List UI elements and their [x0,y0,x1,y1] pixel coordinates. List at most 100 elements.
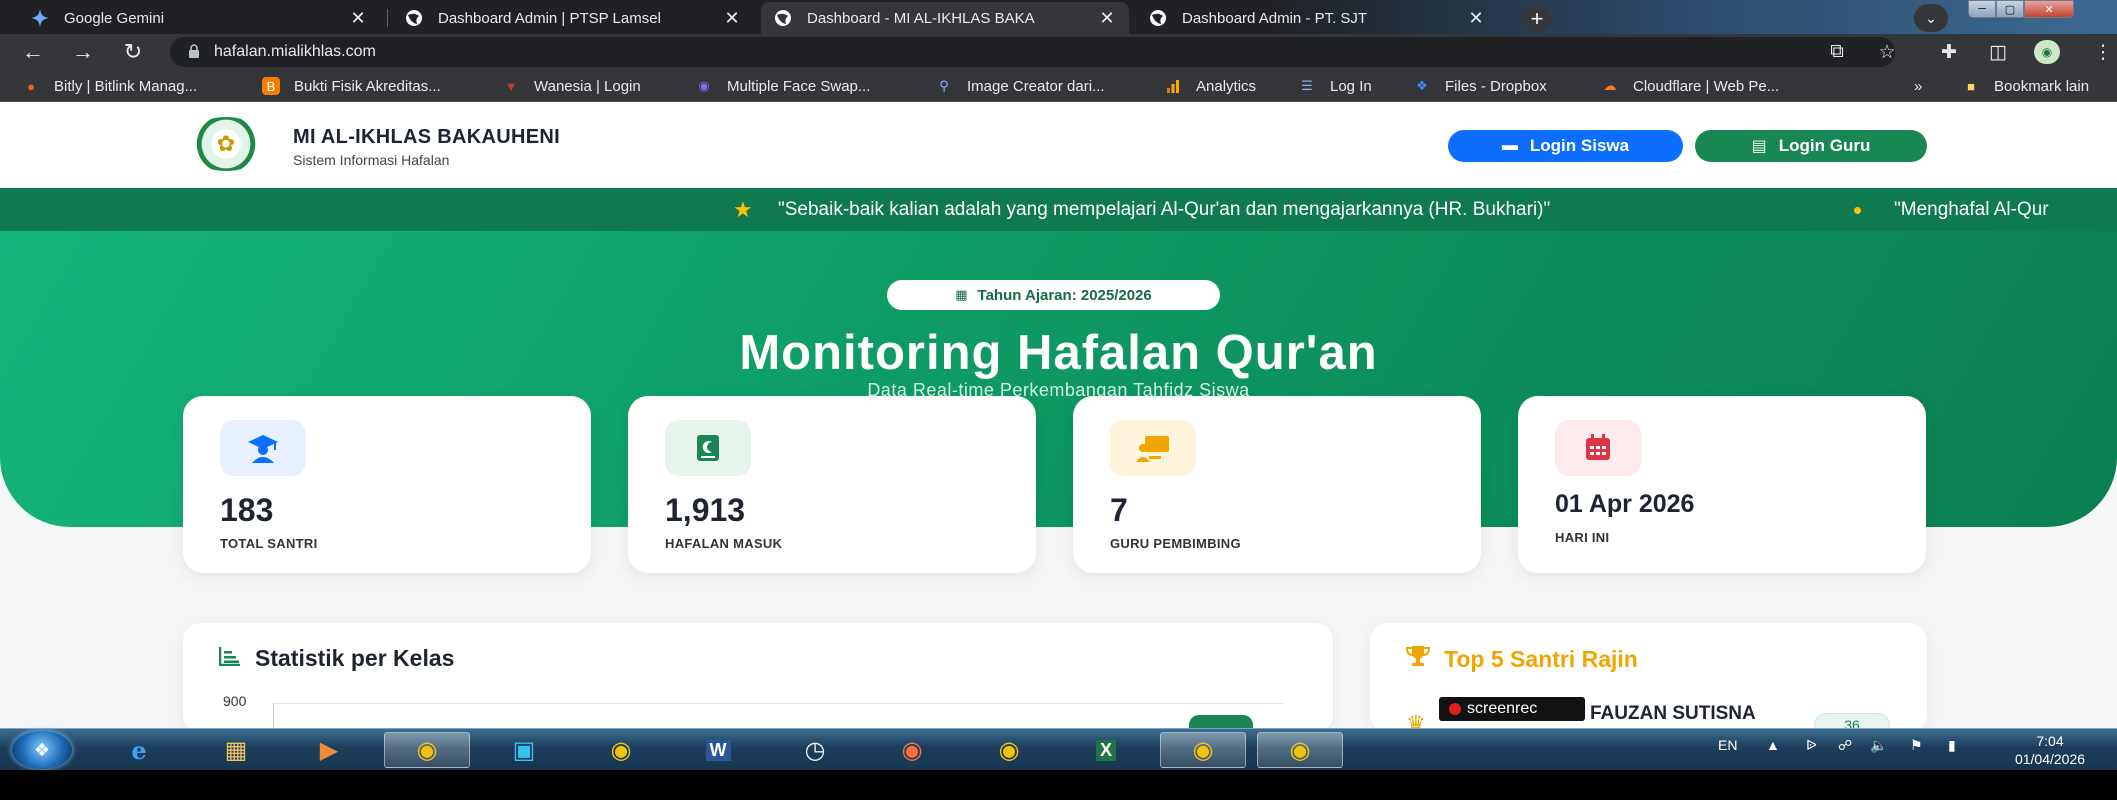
school-logo: ✿ [186,117,266,171]
bookmark-image-creator[interactable]: ⚲ Image Creator dari... [935,77,1104,95]
bookmark-analytics[interactable]: Analytics [1164,77,1256,95]
bookmark-bukti-fisik[interactable]: B Bukti Fisik Akreditas... [262,77,441,95]
stat-card-hafalan-masuk: 1,913 HAFALAN MASUK [628,396,1036,573]
bookmark-folder-other[interactable]: ■ Bookmark lain [1962,77,2089,95]
more-bookmarks-button[interactable]: » [1914,77,1922,95]
tab-google-gemini[interactable]: Google Gemini ✕ [18,2,380,34]
bookmark-face-swap[interactable]: ◉ Multiple Face Swap... [695,77,870,95]
chart-y-axis [273,703,274,728]
system-clock[interactable]: 7:04 01/04/2026 [2000,732,2100,768]
taskbar-excel[interactable]: X [1063,732,1149,768]
tab-ptsp-lamsel[interactable]: Dashboard Admin | PTSP Lamsel ✕ [392,2,754,34]
address-bar[interactable]: hafalan.mialikhlas.com [170,37,1895,67]
screenrec-overlay[interactable]: screenrec [1439,697,1585,721]
tab-divider [387,9,388,27]
close-icon[interactable]: ✕ [722,8,742,29]
separator-dot [1854,207,1861,214]
minimize-button[interactable]: ─ [1968,0,1996,18]
student-icon: ▬ [1501,137,1518,154]
bookmark-dropbox[interactable]: ❖ Files - Dropbox [1413,77,1547,95]
top-santri-name: FAUZAN SUTISNA [1590,703,1756,724]
start-button[interactable]: ❖ [12,731,72,769]
tab-dashboard-pt-sjt[interactable]: Dashboard Admin - PT. SJT ✕ [1136,2,1498,34]
chart-bar[interactable] [1189,715,1253,728]
taskbar-chrome-4[interactable]: ◉ [1160,732,1246,768]
reload-button[interactable]: ↻ [120,39,146,65]
wanesia-icon: ▼ [504,78,518,94]
volume-icon[interactable]: 🔈 [1870,737,1887,754]
language-indicator[interactable]: EN [1718,737,1737,753]
school-name: MI AL-IKHLAS BAKAUHENI [293,126,560,148]
taskbar-word[interactable]: W [675,732,761,768]
close-icon[interactable]: ✕ [1466,8,1486,29]
folder-icon: ■ [1967,78,1975,94]
browser-menu-button[interactable]: ⋮ [2090,41,2116,63]
taskbar-file-explorer[interactable]: ▦ [193,732,279,768]
taskbar-internet-explorer[interactable]: e [96,732,182,768]
screen-bottom-edge [0,770,2117,800]
teacher-icon [1110,420,1196,476]
tab-dashboard-mi-al-ikhlas[interactable]: Dashboard - MI AL-IKHLAS BAKA ✕ [761,2,1129,34]
close-window-button[interactable]: ✕ [2024,0,2074,18]
bluetooth-icon[interactable]: ᐉ [1806,737,1817,754]
quran-icon [665,420,751,476]
stat-value: 7 [1110,492,1128,528]
chrome-icon: ◉ [998,736,1020,764]
marquee-quote-2: "Menghafal Al-Qur [1894,199,2049,220]
chevron-down-icon: ⌄ [1925,9,1937,26]
login-guru-button[interactable]: ▤ Login Guru [1695,130,1927,162]
arrow-right-icon: → [72,39,94,64]
action-center-flag-icon[interactable]: ⚑ [1910,737,1923,754]
tab-strip: Google Gemini ✕ Dashboard Admin | PTSP L… [0,0,2117,34]
globe-icon [1148,8,1168,28]
side-panel-button[interactable]: ◫ [1985,41,2011,63]
share-button[interactable]: ⧉ [1824,41,1850,63]
stat-value: 1,913 [665,492,746,528]
taskbar-chrome-3[interactable]: ◉ [966,732,1052,768]
chrome-icon: ◉ [416,736,438,764]
school-subtitle: Sistem Informasi Hafalan [293,152,450,168]
network-signal-icon[interactable]: ▮ [1948,737,1956,754]
taskbar-video-editor[interactable]: ▣ [481,732,567,768]
clock-time: 7:04 [2036,733,2064,749]
taskbar-chrome-5[interactable]: ◉ [1257,732,1343,768]
back-button[interactable]: ← [20,39,46,65]
forward-button[interactable]: → [70,39,96,65]
profile-avatar[interactable]: ◉ [2034,40,2060,64]
teacher-icon: ▤ [1751,138,1767,155]
clock-date: 01/04/2026 [2014,751,2086,767]
close-icon[interactable]: ✕ [348,8,368,29]
taskbar-media-player[interactable]: ▶ [286,732,372,768]
taskbar-chrome-1[interactable]: ◉ [384,732,470,768]
tab-search-button[interactable]: ⌄ [1914,4,1948,32]
extensions-button[interactable]: ✚ [1936,41,1962,63]
new-tab-button[interactable]: + [1522,6,1552,32]
taskbar-chrome-2[interactable]: ◉ [578,732,664,768]
bookmark-cloudflare[interactable]: ☁ Cloudflare | Web Pe... [1601,77,1780,95]
window-controls: ─ ▢ ✕ [1968,0,2074,18]
stat-value: 183 [220,492,274,528]
maximize-button[interactable]: ▢ [1996,0,2024,18]
bookmark-wanesia[interactable]: ▼ Wanesia | Login [502,77,641,95]
side-panel-icon: ◫ [1989,41,2007,63]
stat-card-guru-pembimbing: 7 GURU PEMBIMBING [1073,396,1481,573]
close-icon[interactable]: ✕ [1097,8,1117,29]
explorer-icon: ▦ [224,736,248,764]
student-icon [220,420,306,476]
bookmark-log-in[interactable]: ☰ Log In [1298,77,1372,95]
bookmark-star-button[interactable]: ☆ [1874,41,1900,63]
taskbar-clock-app[interactable]: ◷ [772,732,858,768]
show-hidden-icons-button[interactable]: ▲ [1766,737,1780,753]
bookmark-bitly[interactable]: ● Bitly | Bitlink Manag... [22,77,197,95]
chart-gridline [273,703,1283,704]
stat-label: HAFALAN MASUK [665,536,783,551]
globe-icon [773,8,793,28]
gemini-icon [30,8,50,28]
taskbar-firefox[interactable]: ◉ [869,732,955,768]
chrome-icon: ◉ [1289,736,1311,764]
video-editor-icon: ▣ [512,736,536,764]
usb-icon[interactable]: ☍ [1838,737,1852,754]
login-siswa-button[interactable]: ▬ Login Siswa [1448,130,1683,162]
trophy-icon [1405,645,1431,673]
search-icon: ⚲ [939,78,949,93]
